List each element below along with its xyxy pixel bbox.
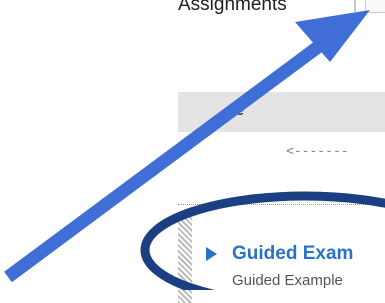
column-header-label: e bbox=[236, 102, 244, 118]
drag-hint-arrow: <------- bbox=[286, 144, 349, 159]
column-header[interactable]: e bbox=[178, 92, 385, 132]
tab-next[interactable] bbox=[365, 0, 385, 13]
tab-divider bbox=[354, 0, 356, 12]
pointer-arrow-head bbox=[295, 10, 370, 62]
play-icon[interactable] bbox=[206, 247, 217, 261]
assignments-tab[interactable]: Assignments bbox=[178, 0, 287, 16]
item-title[interactable]: Guided Exam bbox=[232, 243, 353, 265]
list-item[interactable]: Guided Exam Guided Example bbox=[178, 204, 385, 303]
item-subtitle: Guided Example bbox=[232, 272, 343, 289]
